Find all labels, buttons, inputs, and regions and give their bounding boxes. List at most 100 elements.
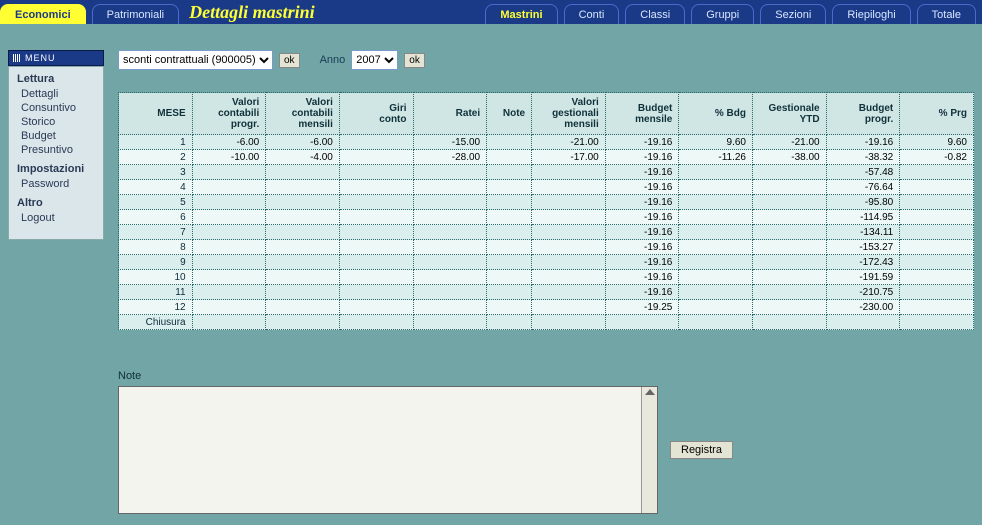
cell — [487, 270, 532, 285]
tab-sezioni[interactable]: Sezioni — [760, 4, 826, 24]
sidebar-item-consuntivo[interactable]: Consuntivo — [17, 101, 95, 115]
tab-classi[interactable]: Classi — [625, 4, 685, 24]
cell-mese: 10 — [119, 270, 193, 285]
cell — [753, 225, 827, 240]
cell — [487, 150, 532, 165]
cell — [339, 150, 413, 165]
sidebar-item-budget[interactable]: Budget — [17, 129, 95, 143]
cell-mese: 6 — [119, 210, 193, 225]
cell — [487, 165, 532, 180]
cell: -0.82 — [900, 150, 974, 165]
cell — [753, 315, 827, 330]
filter-controls: sconti contrattuali (900005) ok Anno 200… — [118, 50, 976, 70]
sidebar-item-logout[interactable]: Logout — [17, 211, 95, 225]
tab-totale[interactable]: Totale — [917, 4, 976, 24]
cell — [532, 285, 606, 300]
cell — [192, 195, 266, 210]
col-header: Budget mensile — [605, 93, 679, 135]
table-row: 3-19.16-57.48 — [119, 165, 974, 180]
cell: -114.95 — [826, 210, 900, 225]
col-header: Valori gestionali mensili — [532, 93, 606, 135]
cell: -19.16 — [605, 210, 679, 225]
cell: 9.60 — [679, 135, 753, 150]
cell — [413, 210, 487, 225]
cell-mese: 7 — [119, 225, 193, 240]
cell — [753, 285, 827, 300]
ok-year-button[interactable]: ok — [404, 53, 425, 68]
cell — [192, 315, 266, 330]
tab-patrimoniali[interactable]: Patrimoniali — [92, 4, 179, 24]
sidebar-item-storico[interactable]: Storico — [17, 115, 95, 129]
tab-riepiloghi[interactable]: Riepiloghi — [832, 4, 910, 24]
cell — [339, 315, 413, 330]
grip-icon — [13, 54, 21, 62]
cell — [753, 165, 827, 180]
year-select[interactable]: 2007 — [351, 50, 398, 70]
cell: -19.16 — [605, 180, 679, 195]
cell — [753, 240, 827, 255]
cell-mese: 9 — [119, 255, 193, 270]
menu-label: MENU — [25, 53, 56, 63]
cell-mese: 5 — [119, 195, 193, 210]
cell — [413, 255, 487, 270]
cell — [487, 255, 532, 270]
cell — [192, 180, 266, 195]
tab-economici[interactable]: Economici — [0, 4, 86, 24]
cell — [339, 270, 413, 285]
sidebar: MENU LetturaDettagliConsuntivoStoricoBud… — [0, 50, 104, 514]
cell — [900, 300, 974, 315]
sidebar-section-impostazioni: Impostazioni — [17, 163, 95, 175]
note-label: Note — [118, 370, 976, 382]
cell: -19.16 — [605, 165, 679, 180]
cell — [192, 255, 266, 270]
cell: -57.48 — [826, 165, 900, 180]
table-row: 8-19.16-153.27 — [119, 240, 974, 255]
cell: -19.16 — [605, 135, 679, 150]
registra-button[interactable]: Registra — [670, 441, 733, 459]
col-header: % Prg — [900, 93, 974, 135]
mastrino-select[interactable]: sconti contrattuali (900005) — [118, 50, 273, 70]
cell — [532, 165, 606, 180]
sidebar-item-dettagli[interactable]: Dettagli — [17, 87, 95, 101]
cell: -28.00 — [413, 150, 487, 165]
cell — [900, 240, 974, 255]
cell: -10.00 — [192, 150, 266, 165]
ok-mastrino-button[interactable]: ok — [279, 53, 300, 68]
table-row: 2-10.00-4.00-28.00-17.00-19.16-11.26-38.… — [119, 150, 974, 165]
tab-mastrini[interactable]: Mastrini — [485, 4, 557, 24]
sidebar-item-presuntivo[interactable]: Presuntivo — [17, 143, 95, 157]
cell — [192, 270, 266, 285]
cell — [532, 240, 606, 255]
scroll-up-icon[interactable] — [645, 389, 655, 395]
sidebar-section-altro: Altro — [17, 197, 95, 209]
cell — [413, 195, 487, 210]
cell — [192, 225, 266, 240]
content-area: sconti contrattuali (900005) ok Anno 200… — [104, 50, 982, 514]
cell — [679, 255, 753, 270]
cell: -210.75 — [826, 285, 900, 300]
data-grid: MESEValori contabili progr.Valori contab… — [118, 92, 974, 330]
cell — [753, 210, 827, 225]
col-header: Valori contabili mensili — [266, 93, 340, 135]
note-textarea[interactable] — [118, 386, 658, 514]
cell — [192, 240, 266, 255]
cell — [753, 255, 827, 270]
table-row: 1-6.00-6.00-15.00-21.00-19.169.60-21.00-… — [119, 135, 974, 150]
scrollbar[interactable] — [641, 387, 657, 513]
cell — [266, 240, 340, 255]
anno-label: Anno — [320, 54, 346, 66]
cell — [266, 225, 340, 240]
cell-mese: 12 — [119, 300, 193, 315]
tab-gruppi[interactable]: Gruppi — [691, 4, 754, 24]
cell: -21.00 — [532, 135, 606, 150]
tab-conti[interactable]: Conti — [564, 4, 620, 24]
cell — [413, 300, 487, 315]
sidebar-item-password[interactable]: Password — [17, 177, 95, 191]
cell-mese: 11 — [119, 285, 193, 300]
cell — [413, 165, 487, 180]
cell — [339, 255, 413, 270]
cell — [900, 225, 974, 240]
cell — [679, 195, 753, 210]
cell — [339, 285, 413, 300]
col-header: Giri conto — [339, 93, 413, 135]
